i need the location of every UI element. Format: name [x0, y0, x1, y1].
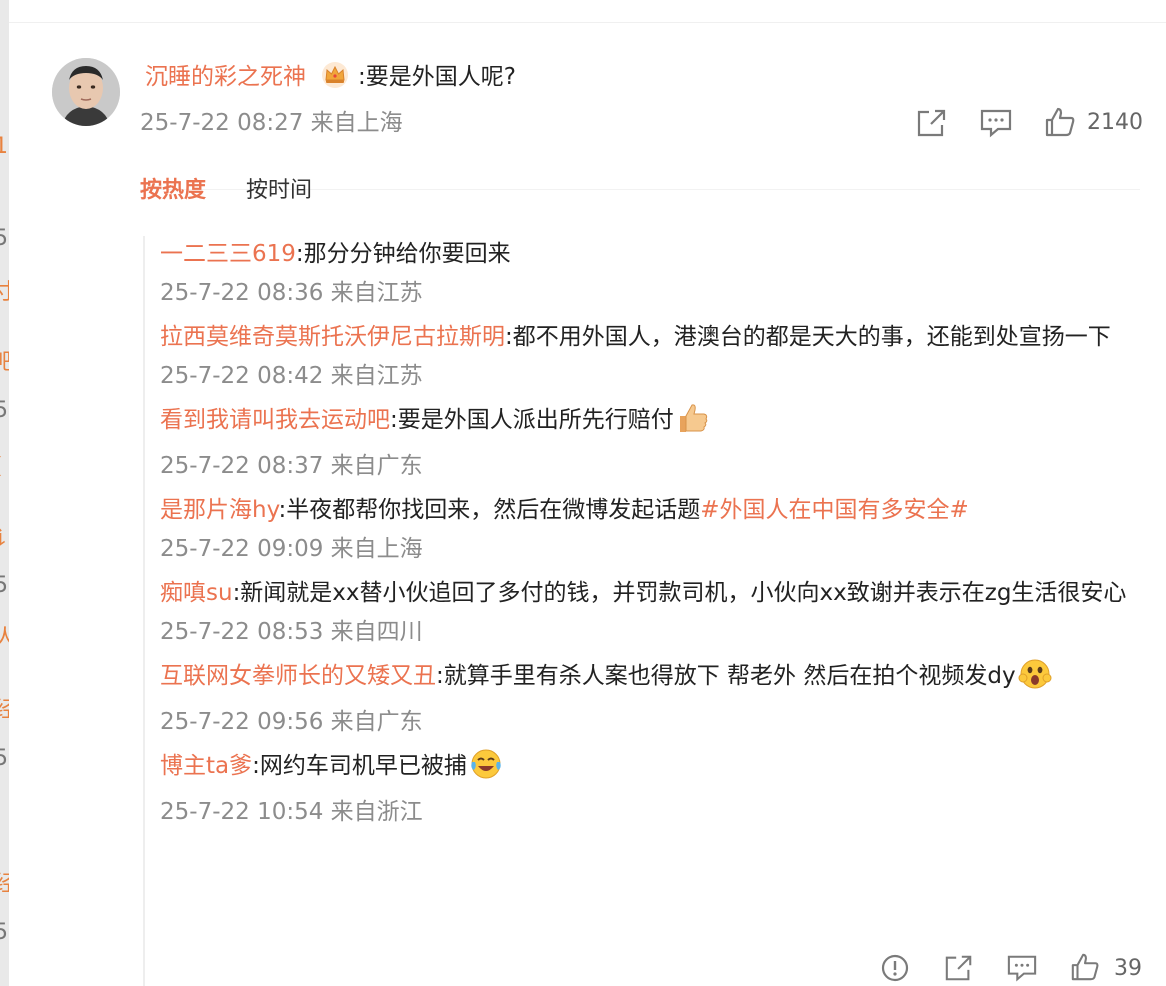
reply-username[interactable]: 是那片海hy — [160, 497, 279, 523]
reply-meta: 25-7-22 08:53 来自四川 — [160, 615, 1145, 649]
like-count: 2140 — [1087, 110, 1143, 135]
tab-by-hot[interactable]: 按热度 — [140, 175, 206, 207]
reply-text: 博主ta爹:网约车司机早已被捕 — [160, 744, 1145, 795]
reply-item: 痴嗔su:新闻就是xx替小伙追回了多付的钱，并罚款司机，小伙向xx致谢并表示在z… — [160, 571, 1145, 649]
reply-time: 25-7-22 09:09 — [160, 536, 324, 562]
reply-comment-icon[interactable] — [1006, 953, 1038, 986]
reply-time: 25-7-22 08:42 — [160, 363, 324, 389]
reply-location: 来自广东 — [330, 709, 423, 735]
reply-location: 来自四川 — [330, 619, 423, 645]
reply-meta: 25-7-22 09:56 来自广东 — [160, 705, 1145, 739]
reply-item: 拉西莫维奇莫斯托沃伊尼古拉斯明:都不用外国人，港澳台的都是天大的事，还能到处宣扬… — [160, 315, 1145, 393]
reply-time: 25-7-22 09:56 — [160, 709, 324, 735]
reply-text: 是那片海hy:半夜都帮你找回来，然后在微博发起话题#外国人在中国有多安全# — [160, 488, 1145, 532]
reply-location: 来自浙江 — [330, 799, 423, 825]
report-icon[interactable] — [880, 953, 910, 986]
reply-location: 来自广东 — [330, 453, 423, 479]
reply-time: 25-7-22 10:54 — [160, 799, 324, 825]
reply-content: :半夜都帮你找回来，然后在微博发起话题 — [278, 497, 701, 523]
reply-thread-line — [143, 236, 145, 986]
reply-time: 25-7-22 08:37 — [160, 453, 324, 479]
reply-username[interactable]: 互联网女拳师长的又矮又丑 — [160, 663, 436, 689]
tab-by-time[interactable]: 按时间 — [246, 175, 312, 207]
reply-username[interactable]: 痴嗔su — [160, 580, 233, 606]
thumbs-up-emoji-icon — [676, 402, 710, 449]
reply-item: 互联网女拳师长的又矮又丑:就算手里有杀人案也得放下 帮老外 然后在拍个视频发dy… — [160, 654, 1145, 739]
avatar[interactable] — [52, 58, 120, 126]
reply-content: :就算手里有杀人案也得放下 帮老外 然后在拍个视频发dy — [436, 663, 1016, 689]
top-divider — [9, 22, 1166, 23]
like-icon[interactable] — [1044, 106, 1076, 142]
reply-like-icon[interactable] — [1070, 952, 1100, 986]
reply-meta: 25-7-22 08:36 来自江苏 — [160, 276, 1145, 310]
reply-text: 一二三三619:那分分钟给你要回来 — [160, 232, 1145, 276]
comment-username[interactable]: 沉睡的彩之死神 — [145, 64, 306, 90]
reply-content: :都不用外国人，港澳台的都是天大的事，还能到处宣扬一下 — [505, 324, 1111, 350]
laughing-tears-emoji-icon — [469, 748, 503, 795]
reply-text: 看到我请叫我去运动吧:要是外国人派出所先行赔付 — [160, 398, 1145, 449]
reply-location: 来自江苏 — [330, 363, 423, 389]
reply-content: :要是外国人派出所先行赔付 — [390, 407, 674, 433]
comment-text: :要是外国人呢? — [358, 64, 516, 90]
comment-location: 来自上海 — [310, 110, 403, 136]
reply-username[interactable]: 看到我请叫我去运动吧 — [160, 407, 390, 433]
reply-text: 痴嗔su:新闻就是xx替小伙追回了多付的钱，并罚款司机，小伙向xx致谢并表示在z… — [160, 571, 1145, 615]
comment-icon[interactable] — [979, 107, 1013, 143]
reply-time: 25-7-22 08:53 — [160, 619, 324, 645]
reply-content: :那分分钟给你要回来 — [295, 241, 511, 267]
comment-meta: 25-7-22 08:27 来自上海 — [140, 106, 403, 140]
reply-username[interactable]: 拉西莫维奇莫斯托沃伊尼古拉斯明 — [160, 324, 505, 350]
reply-text: 互联网女拳师长的又矮又丑:就算手里有杀人案也得放下 帮老外 然后在拍个视频发dy — [160, 654, 1145, 705]
reply-meta: 25-7-22 08:42 来自江苏 — [160, 359, 1145, 393]
sort-tabs: 按热度 按时间 — [140, 175, 352, 207]
left-panel-edge: 1 l 5 寸 吧 5 ( 讠 5 人 经 5 l 经 5 — [0, 0, 9, 986]
reply-item: 博主ta爹:网约车司机早已被捕 25-7-22 10:54 来自浙江 — [160, 744, 1145, 829]
share-icon[interactable] — [915, 107, 949, 143]
reply-text: 拉西莫维奇莫斯托沃伊尼古拉斯明:都不用外国人，港澳台的都是天大的事，还能到处宣扬… — [160, 315, 1145, 359]
comment-line: 沉睡的彩之死神 :要是外国人呢? — [145, 60, 516, 99]
crown-icon — [320, 61, 350, 99]
reply-username[interactable]: 一二三三619 — [160, 241, 296, 267]
shocked-face-emoji-icon — [1018, 658, 1052, 705]
reply-meta: 25-7-22 08:37 来自广东 — [160, 449, 1145, 483]
reply-location: 来自上海 — [330, 536, 423, 562]
reply-meta: 25-7-22 10:54 来自浙江 — [160, 795, 1145, 829]
reply-content: :网约车司机早已被捕 — [252, 753, 467, 779]
reply-location: 来自江苏 — [330, 280, 423, 306]
reply-time: 25-7-22 08:36 — [160, 280, 324, 306]
comment-time: 25-7-22 08:27 — [140, 110, 304, 136]
reply-like-count: 39 — [1114, 956, 1142, 981]
reply-content: :新闻就是xx替小伙追回了多付的钱，并罚款司机，小伙向xx致谢并表示在zg生活很… — [232, 580, 1127, 606]
reply-username[interactable]: 博主ta爹 — [160, 753, 252, 779]
topic-link[interactable]: #外国人在中国有多安全# — [700, 497, 969, 523]
reply-share-icon[interactable] — [943, 953, 975, 986]
reply-item: 是那片海hy:半夜都帮你找回来，然后在微博发起话题#外国人在中国有多安全# 25… — [160, 488, 1145, 566]
reply-item: 看到我请叫我去运动吧:要是外国人派出所先行赔付 25-7-22 08:37 来自… — [160, 398, 1145, 483]
reply-item: 一二三三619:那分分钟给你要回来 25-7-22 08:36 来自江苏 — [160, 232, 1145, 310]
reply-meta: 25-7-22 09:09 来自上海 — [160, 532, 1145, 566]
reply-list: 一二三三619:那分分钟给你要回来 25-7-22 08:36 来自江苏 拉西莫… — [160, 232, 1145, 829]
